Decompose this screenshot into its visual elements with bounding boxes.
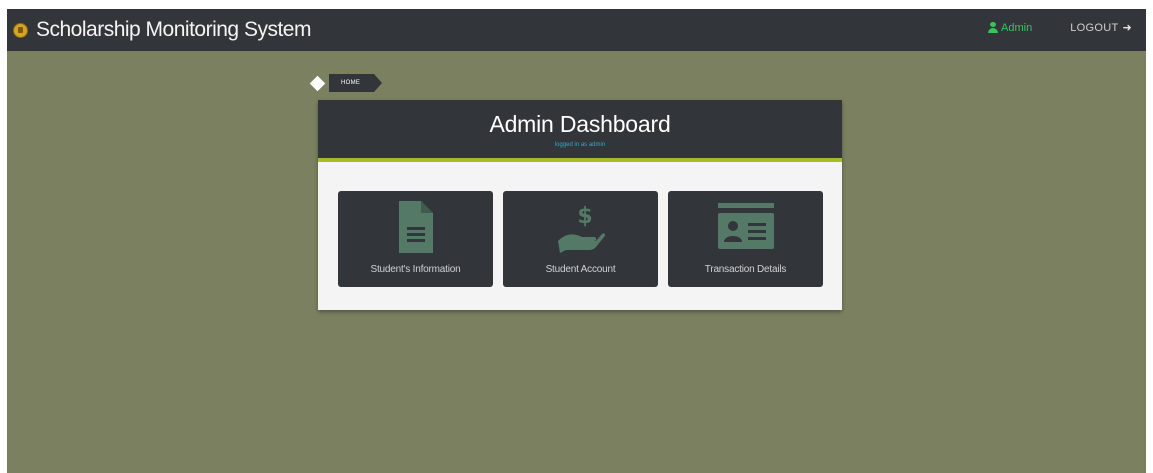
tile-grid: Student's Information $ Student Account bbox=[338, 191, 833, 287]
tile-label: Student Account bbox=[545, 264, 616, 275]
breadcrumb: HOME bbox=[309, 74, 383, 92]
logout-icon: ➜ bbox=[1122, 22, 1132, 34]
admin-user-link[interactable]: Admin bbox=[988, 22, 1032, 34]
svg-text:$: $ bbox=[577, 204, 592, 229]
logout-label: LOGOUT bbox=[1070, 21, 1119, 34]
user-icon bbox=[988, 22, 999, 33]
id-card-icon bbox=[716, 201, 776, 258]
admin-label: Admin bbox=[1001, 21, 1033, 34]
app-title: Scholarship Monitoring System bbox=[36, 18, 311, 41]
dashboard-panel: Admin Dashboard logged in as admin Stude… bbox=[318, 100, 842, 310]
home-diamond-icon bbox=[309, 75, 326, 91]
breadcrumb-home[interactable]: HOME bbox=[329, 74, 383, 92]
tile-label: Transaction Details bbox=[704, 264, 787, 275]
top-navbar: Scholarship Monitoring System Admin LOGO… bbox=[7, 9, 1146, 51]
page-subtitle: logged in as admin bbox=[554, 142, 606, 148]
document-icon bbox=[398, 201, 433, 258]
logout-link[interactable]: LOGOUT ➜ bbox=[1070, 21, 1132, 35]
page-title: Admin Dashboard bbox=[489, 111, 671, 137]
panel-header: Admin Dashboard logged in as admin bbox=[318, 100, 842, 162]
hand-dollar-icon: $ bbox=[556, 201, 606, 258]
tile-label: Student's Information bbox=[370, 264, 461, 275]
nav-right: Admin LOGOUT ➜ bbox=[988, 21, 1132, 34]
lock-logo-icon bbox=[13, 22, 28, 38]
tile-transaction-details[interactable]: Transaction Details bbox=[668, 191, 823, 287]
app-frame: Scholarship Monitoring System Admin LOGO… bbox=[7, 9, 1146, 473]
tile-student-account[interactable]: $ Student Account bbox=[503, 191, 658, 287]
brand[interactable]: Scholarship Monitoring System bbox=[13, 18, 311, 42]
tile-student-information[interactable]: Student's Information bbox=[338, 191, 493, 287]
